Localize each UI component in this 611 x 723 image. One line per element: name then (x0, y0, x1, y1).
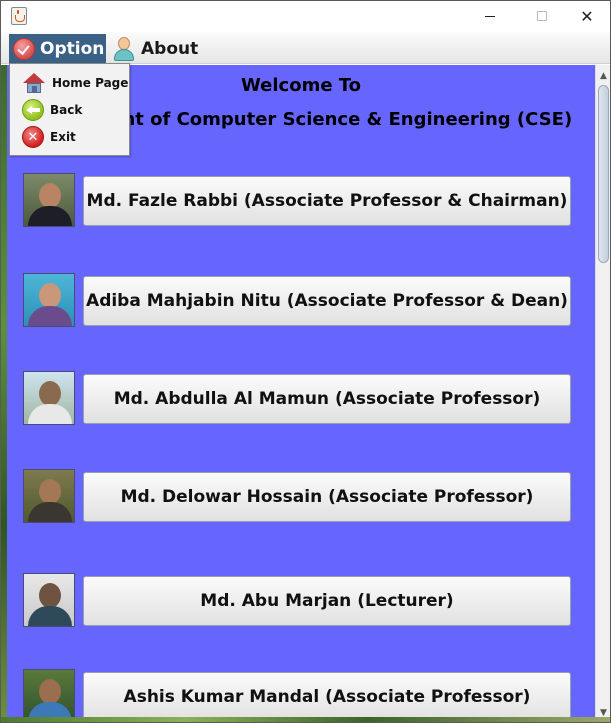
faculty-row: Md. Delowar Hossain (Associate Professor… (23, 469, 571, 525)
faculty-photo (23, 273, 75, 327)
faculty-button[interactable]: Md. Fazle Rabbi (Associate Professor & C… (83, 176, 571, 226)
faculty-row: Md. Abdulla Al Mamun (Associate Professo… (23, 371, 571, 427)
menu-item-home-page[interactable]: Home Page (10, 70, 129, 96)
faculty-row: Md. Abu Marjan (Lecturer) (23, 573, 571, 629)
close-icon: ✕ (580, 6, 594, 26)
faculty-button[interactable]: Md. Abu Marjan (Lecturer) (83, 576, 571, 626)
faculty-button[interactable]: Ashis Kumar Mandal (Associate Professor) (83, 672, 571, 722)
java-app-icon (11, 7, 27, 25)
faculty-button[interactable]: Md. Abdulla Al Mamun (Associate Professo… (83, 374, 571, 424)
app-window: ✕ Option About Welcome To Department of … (0, 0, 611, 723)
menu-bar: Option About (1, 32, 610, 64)
minimize-button[interactable] (467, 1, 513, 31)
menu-item-label: Exit (50, 130, 76, 144)
menu-item-label: Home Page (52, 76, 129, 90)
faculty-photo (23, 669, 75, 722)
back-arrow-icon (22, 99, 44, 121)
faculty-row: Adiba Mahjabin Nitu (Associate Professor… (23, 273, 571, 329)
faculty-photo (23, 469, 75, 523)
menu-about-label: About (141, 38, 199, 59)
vertical-scrollbar[interactable]: ▲ ▼ (595, 65, 610, 722)
maximize-icon (537, 11, 547, 21)
menu-item-label: Back (50, 103, 83, 117)
exit-icon: ✕ (22, 126, 44, 148)
faculty-row: Ashis Kumar Mandal (Associate Professor) (23, 669, 571, 722)
menu-option[interactable]: Option (9, 34, 106, 63)
faculty-photo (23, 173, 75, 227)
option-dropdown-menu: Home Page Back ✕ Exit (9, 63, 130, 156)
faculty-button[interactable]: Adiba Mahjabin Nitu (Associate Professor… (83, 276, 571, 326)
menu-about[interactable]: About (108, 34, 202, 63)
person-icon (112, 36, 136, 62)
scroll-thumb[interactable] (598, 85, 609, 263)
minimize-icon (485, 15, 495, 17)
check-circle-icon (13, 37, 35, 60)
main-panel: Welcome To Department of Computer Scienc… (7, 65, 595, 722)
menu-item-back[interactable]: Back (10, 97, 129, 123)
close-button[interactable]: ✕ (564, 1, 610, 31)
maximize-button[interactable] (519, 1, 565, 31)
background-photo-bottom (1, 717, 610, 722)
menu-option-label: Option (40, 38, 105, 59)
scroll-up-arrow-icon[interactable]: ▲ (596, 68, 610, 84)
faculty-photo (23, 371, 75, 425)
title-bar: ✕ (1, 1, 610, 31)
faculty-button[interactable]: Md. Delowar Hossain (Associate Professor… (83, 472, 571, 522)
menu-item-exit[interactable]: ✕ Exit (10, 124, 129, 150)
faculty-photo (23, 573, 75, 627)
faculty-row: Md. Fazle Rabbi (Associate Professor & C… (23, 173, 571, 229)
home-icon (22, 72, 46, 94)
